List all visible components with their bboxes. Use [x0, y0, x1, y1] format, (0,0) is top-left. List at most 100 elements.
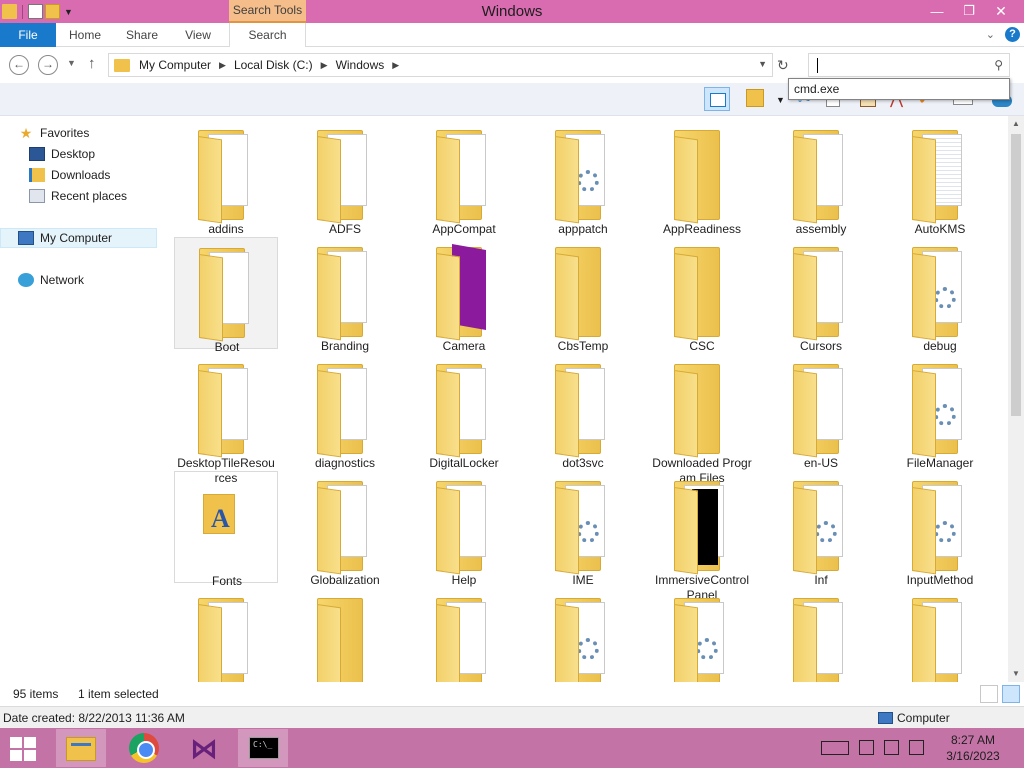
address-dropdown-icon[interactable]: ▼ [758, 59, 767, 69]
folder-item[interactable] [650, 588, 754, 682]
folder-item[interactable] [888, 588, 992, 682]
taskbar-file-explorer[interactable] [56, 729, 106, 767]
scroll-up-icon[interactable]: ▲ [1008, 116, 1024, 132]
recent-locations-icon[interactable]: ▼ [67, 58, 76, 68]
folder-item[interactable]: InputMethod [888, 471, 992, 587]
volume-icon[interactable] [909, 740, 924, 755]
close-button[interactable]: ✕ [986, 1, 1016, 21]
cmd-prompt-glyph: C:\_ [253, 740, 273, 749]
folder-item[interactable]: Boot [174, 237, 278, 354]
folder-icon[interactable] [2, 4, 17, 19]
help-icon[interactable]: ? [1005, 27, 1020, 42]
folder-item[interactable]: apppatch [531, 120, 635, 236]
folder-item[interactable]: Branding [293, 237, 397, 353]
nav-my-computer[interactable]: My Computer [0, 228, 157, 248]
nav-network[interactable]: Network [18, 270, 175, 290]
breadcrumb-windows[interactable]: Windows [336, 58, 385, 72]
folder-item[interactable]: CbsTemp [531, 237, 635, 353]
forward-button[interactable]: → [38, 55, 58, 75]
clock[interactable]: 8:27 AM 3/16/2023 [938, 732, 1008, 764]
fonts-folder-icon: A [199, 490, 243, 538]
folder-item[interactable] [769, 588, 873, 682]
folder-icon [317, 477, 375, 575]
tab-home[interactable]: Home [60, 23, 110, 47]
windows-logo-icon [10, 750, 22, 761]
folder-item[interactable] [174, 588, 278, 682]
search-input[interactable]: ⚲ [808, 53, 1010, 77]
folder-item[interactable]: AppCompat [412, 120, 516, 236]
new-folder-icon[interactable] [45, 4, 60, 19]
folder-item[interactable]: DesktopTileResources [174, 354, 278, 485]
back-button[interactable]: ← [9, 55, 29, 75]
folder-item[interactable]: Globalization [293, 471, 397, 587]
network-status-icon[interactable] [859, 740, 874, 755]
folder-item[interactable]: CSC [650, 237, 754, 353]
scrollbar-thumb[interactable] [1011, 134, 1021, 416]
folder-item[interactable]: dot3svc [531, 354, 635, 470]
keyboard-icon[interactable] [821, 740, 849, 755]
folder-item[interactable]: A Fonts [174, 471, 278, 588]
action-center-flag-icon[interactable] [884, 740, 899, 755]
start-button[interactable] [10, 737, 38, 761]
folder-item[interactable]: ImmersiveControlPanel [650, 471, 754, 602]
folder-icon [199, 244, 257, 342]
folder-item[interactable] [531, 588, 635, 682]
folder-item[interactable]: Inf [769, 471, 873, 587]
folder-icon [555, 477, 613, 575]
refresh-button[interactable]: ↻ [777, 57, 789, 74]
large-icons-view-button[interactable] [1002, 685, 1020, 703]
chevron-right-icon[interactable]: ▶ [219, 60, 226, 71]
taskbar-chrome[interactable] [118, 729, 168, 767]
folder-item[interactable] [293, 588, 397, 682]
folder-item[interactable]: assembly [769, 120, 873, 236]
folder-icon [555, 243, 613, 341]
clock-time: 8:27 AM [950, 733, 996, 747]
folder-check-icon[interactable] [744, 87, 770, 111]
folder-item[interactable]: debug [888, 237, 992, 353]
search-icon[interactable]: ⚲ [994, 58, 1003, 72]
folder-item[interactable]: DigitalLocker [412, 354, 516, 470]
address-bar[interactable]: My Computer ▶ Local Disk (C:) ▶ Windows … [108, 53, 773, 77]
folder-item[interactable]: ADFS [293, 120, 397, 236]
folder-item[interactable]: Help [412, 471, 516, 587]
folder-item[interactable]: Camera [412, 237, 516, 353]
folder-item[interactable]: IME [531, 471, 635, 587]
chevron-right-icon[interactable]: ▶ [321, 60, 328, 71]
tab-view[interactable]: View [176, 23, 220, 47]
vertical-scrollbar[interactable]: ▲ ▼ [1008, 116, 1024, 682]
breadcrumb-local-disk[interactable]: Local Disk (C:) [234, 58, 313, 72]
details-view-button[interactable] [980, 685, 998, 703]
folder-item[interactable]: diagnostics [293, 354, 397, 470]
customize-toolbar-icon[interactable]: ▼ [64, 7, 73, 17]
up-button[interactable]: ↑ [88, 55, 96, 72]
location-label: Computer [897, 711, 950, 725]
folder-icon [674, 594, 732, 682]
search-suggestion-item[interactable]: cmd.exe [794, 82, 839, 96]
taskbar-cmd[interactable]: C:\_ [238, 729, 288, 767]
folder-item[interactable]: Cursors [769, 237, 873, 353]
folder-item[interactable]: addins [174, 120, 278, 236]
system-tray [821, 740, 924, 755]
tab-search[interactable]: Search [229, 23, 306, 47]
clock-date: 3/16/2023 [946, 749, 1000, 763]
maximize-button[interactable]: ❐ [954, 1, 984, 21]
folder-icon [912, 360, 970, 458]
folder-item[interactable]: FileManager [888, 354, 992, 470]
preview-pane-button[interactable] [704, 87, 730, 111]
tab-share[interactable]: Share [118, 23, 166, 47]
properties-icon[interactable] [28, 4, 43, 19]
minimize-button[interactable]: — [922, 1, 952, 21]
folder-item[interactable]: AppReadiness [650, 120, 754, 236]
breadcrumb-my-computer[interactable]: My Computer [139, 58, 211, 72]
tab-file[interactable]: File [0, 23, 56, 47]
folder-item[interactable]: en-US [769, 354, 873, 470]
folder-item[interactable]: Downloaded Program Files [650, 354, 754, 485]
search-suggestion-list[interactable]: cmd.exe [788, 78, 1010, 100]
expand-ribbon-icon[interactable]: ⌄ [986, 28, 995, 41]
nav-favorites[interactable]: ★ Favorites [18, 123, 175, 143]
folder-item[interactable]: AutoKMS [888, 120, 992, 236]
taskbar-visual-studio[interactable]: ⋈ [178, 729, 228, 767]
folder-item[interactable] [412, 588, 516, 682]
scroll-down-icon[interactable]: ▼ [1008, 666, 1024, 682]
chevron-right-icon[interactable]: ▶ [392, 60, 399, 71]
